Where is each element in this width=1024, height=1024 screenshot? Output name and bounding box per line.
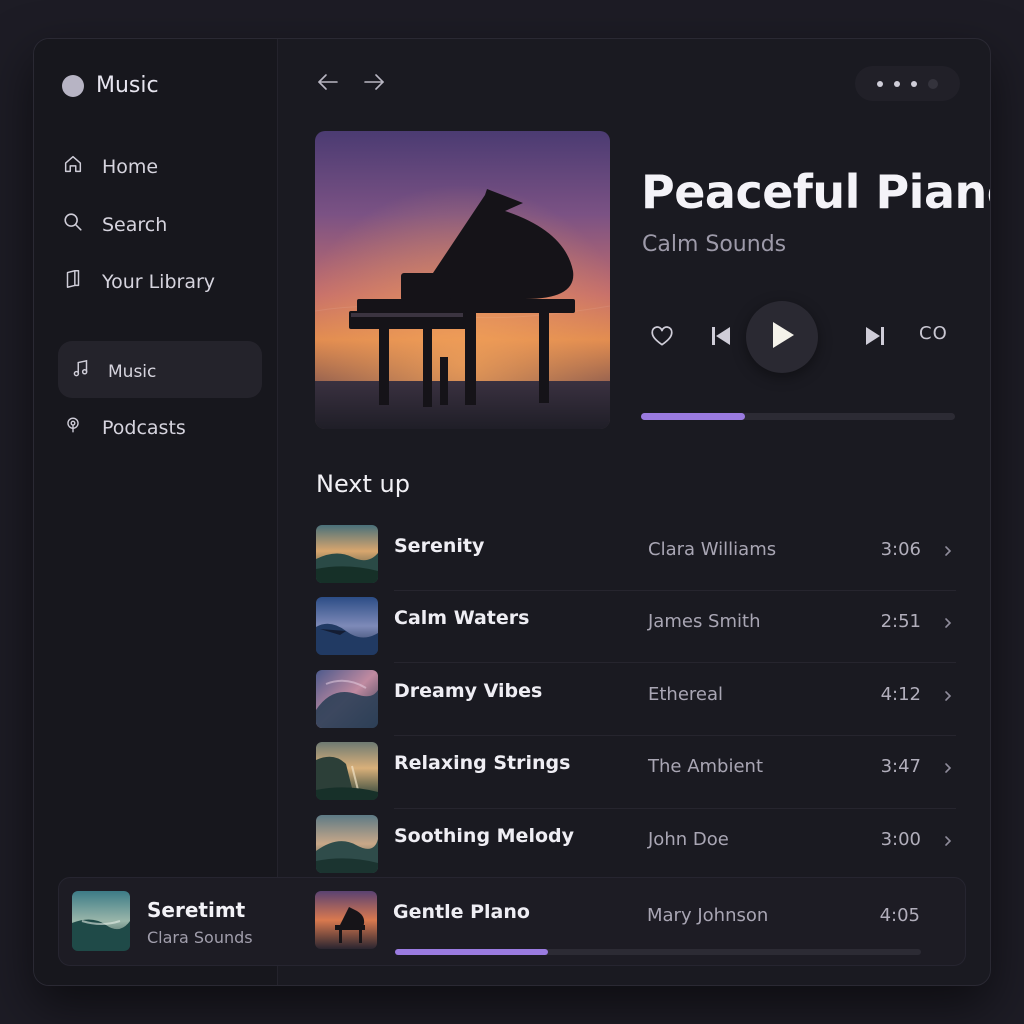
next-button[interactable] bbox=[863, 326, 887, 350]
logo-dot-icon bbox=[62, 74, 84, 97]
track-thumbnail bbox=[315, 891, 377, 949]
sidebar-item-search[interactable]: Search bbox=[62, 211, 167, 238]
sidebar-item-library[interactable]: Your Library bbox=[62, 268, 215, 295]
track-row[interactable]: Serenity Clara Williams 3:06 bbox=[316, 525, 956, 587]
track-duration: 3:47 bbox=[880, 756, 921, 777]
track-row[interactable]: Soothing Melody John Doe 3:00 bbox=[316, 815, 956, 877]
sidebar-item-podcasts[interactable]: Podcasts bbox=[62, 414, 186, 441]
skip-previous-icon bbox=[709, 324, 733, 352]
skip-next-icon bbox=[863, 324, 887, 352]
arrow-left-icon bbox=[315, 74, 341, 99]
track-row[interactable]: Calm Waters James Smith 2:51 bbox=[316, 597, 956, 659]
track-thumbnail bbox=[316, 742, 378, 800]
track-thumbnail bbox=[316, 670, 378, 728]
track-title: Dreamy Vibes bbox=[394, 680, 543, 702]
forward-button[interactable] bbox=[361, 69, 387, 99]
player-bar-thumbnail bbox=[72, 891, 130, 951]
home-icon bbox=[62, 153, 84, 180]
progress-fill bbox=[395, 949, 548, 955]
dot bbox=[928, 78, 938, 89]
dot bbox=[911, 80, 917, 87]
track-title: Soothing Melody bbox=[394, 825, 574, 847]
now-playing-progress[interactable] bbox=[641, 413, 955, 420]
more-options-button[interactable] bbox=[855, 66, 960, 101]
track-duration: 3:00 bbox=[880, 829, 921, 850]
sidebar-item-home[interactable]: Home bbox=[62, 153, 158, 180]
extra-control-button[interactable]: CO bbox=[919, 323, 948, 344]
track-title: Calm Waters bbox=[394, 607, 530, 629]
back-button[interactable] bbox=[315, 69, 341, 99]
track-artist: James Smith bbox=[648, 611, 761, 632]
player-bar-subtitle: Clara Sounds bbox=[147, 928, 253, 947]
app-title: Music bbox=[96, 73, 159, 98]
app-window: Music Home Search Your Library Music Pod… bbox=[33, 38, 991, 986]
row-divider bbox=[394, 735, 956, 736]
now-playing-title: Peaceful Piano bbox=[641, 165, 991, 219]
row-divider bbox=[394, 590, 956, 591]
search-icon bbox=[62, 211, 84, 238]
track-title: Gentle Plano bbox=[393, 901, 530, 923]
player-bar-title: Seretimt bbox=[147, 898, 246, 922]
chevron-right-icon bbox=[945, 618, 952, 628]
sidebar: Music Home Search Your Library Music Pod… bbox=[34, 39, 278, 985]
track-thumbnail bbox=[316, 597, 378, 655]
row-divider bbox=[394, 662, 956, 663]
sidebar-item-label: Music bbox=[108, 361, 157, 382]
track-artist: Ethereal bbox=[648, 684, 724, 705]
track-duration: 4:05 bbox=[879, 905, 920, 926]
track-title: Serenity bbox=[394, 535, 485, 557]
track-thumbnail bbox=[316, 815, 378, 873]
track-duration: 3:06 bbox=[880, 539, 921, 560]
row-divider bbox=[394, 808, 956, 809]
queue-title: Next up bbox=[316, 470, 410, 498]
track-duration: 4:12 bbox=[880, 684, 921, 705]
sidebar-item-label: Home bbox=[102, 155, 159, 178]
library-icon bbox=[62, 268, 84, 295]
more-dots-icon bbox=[877, 80, 883, 87]
album-cover bbox=[315, 131, 610, 429]
progress-fill bbox=[641, 413, 745, 420]
music-note-icon bbox=[70, 358, 92, 385]
chevron-right-icon bbox=[945, 691, 952, 701]
heart-icon bbox=[649, 323, 675, 353]
player-bar-progress[interactable] bbox=[395, 949, 921, 955]
track-artist: The Ambient bbox=[648, 756, 764, 777]
track-artist: Clara Williams bbox=[648, 539, 777, 560]
track-artist: John Doe bbox=[648, 829, 729, 850]
sidebar-item-music[interactable]: Music bbox=[70, 358, 156, 385]
previous-button[interactable] bbox=[709, 326, 733, 350]
track-artist: Mary Johnson bbox=[647, 905, 769, 926]
chevron-right-icon bbox=[945, 546, 952, 556]
sidebar-item-label: Search bbox=[102, 213, 168, 236]
player-bar-track[interactable]: Gentle Plano Mary Johnson 4:05 bbox=[315, 891, 965, 953]
track-thumbnail bbox=[316, 525, 378, 583]
player-bar: Seretimt Clara Sounds Gentle Plano Mary … bbox=[58, 877, 966, 966]
sidebar-item-label: Your Library bbox=[102, 270, 216, 293]
dot bbox=[894, 80, 900, 87]
podcast-icon bbox=[62, 414, 84, 441]
like-button[interactable] bbox=[649, 325, 675, 351]
track-row[interactable]: Dreamy Vibes Ethereal 4:12 bbox=[316, 670, 956, 732]
track-duration: 2:51 bbox=[880, 611, 921, 632]
track-row[interactable]: Relaxing Strings The Ambient 3:47 bbox=[316, 742, 956, 804]
now-playing-subtitle: Calm Sounds bbox=[642, 232, 787, 257]
play-icon bbox=[768, 320, 796, 354]
main-content: Peaceful Piano Calm Sounds CO Next up Se… bbox=[279, 39, 990, 985]
chevron-right-icon bbox=[945, 836, 952, 846]
track-title: Relaxing Strings bbox=[394, 752, 571, 774]
play-button[interactable] bbox=[746, 301, 818, 373]
brand: Music bbox=[62, 73, 159, 98]
arrow-right-icon bbox=[361, 74, 387, 99]
sidebar-item-label: Podcasts bbox=[102, 416, 186, 439]
chevron-right-icon bbox=[945, 763, 952, 773]
